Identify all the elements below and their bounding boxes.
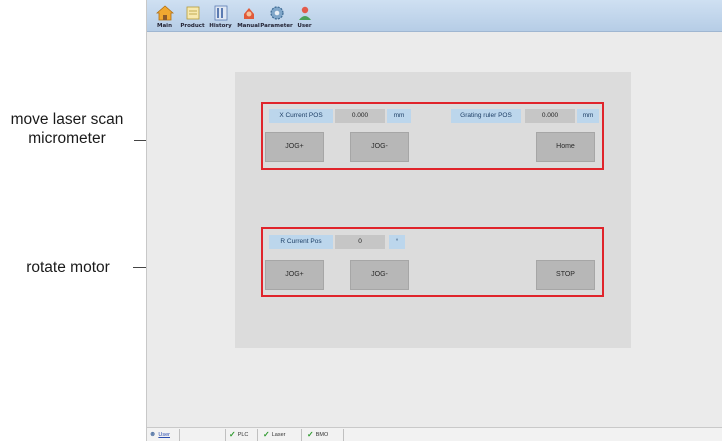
check-icon: ✓	[307, 430, 314, 439]
app-window: Main Product History Manual Parameter Us…	[146, 0, 722, 441]
stop-button[interactable]: STOP	[536, 260, 595, 290]
gear-icon	[269, 6, 284, 20]
manual-icon	[243, 8, 254, 19]
r-current-pos-unit: °	[389, 235, 405, 249]
status-plc-label: PLC	[237, 432, 249, 438]
toolbar-manual-button[interactable]: Manual	[235, 0, 262, 31]
status-plc: ✓ PLC	[229, 429, 248, 441]
main-toolbar: Main Product History Manual Parameter Us…	[147, 0, 722, 32]
home-button[interactable]: Home	[536, 132, 595, 162]
r-current-pos-value: 0	[335, 235, 385, 249]
product-icon	[186, 6, 199, 20]
rotate-motor-group: R Current Pos 0 ° JOG+ JOG- STOP	[261, 227, 604, 297]
laser-scan-group: X Current POS 0.000 mm Grating ruler POS…	[261, 102, 604, 170]
history-icon	[214, 5, 227, 21]
toolbar-main-label: Main	[157, 23, 172, 29]
r-current-pos-label: R Current Pos	[269, 235, 333, 249]
toolbar-history-button[interactable]: History	[207, 0, 234, 31]
toolbar-product-label: Product	[180, 23, 205, 29]
status-divider	[257, 429, 258, 441]
motor-jog-plus-button[interactable]: JOG+	[265, 260, 324, 290]
annotation-laser: move laser scan micrometer	[0, 110, 134, 148]
motor-jog-minus-button[interactable]: JOG-	[350, 260, 409, 290]
status-divider	[343, 429, 344, 441]
check-icon: ✓	[229, 430, 236, 439]
status-laser: ✓ Laser	[263, 429, 285, 441]
toolbar-parameter-button[interactable]: Parameter	[260, 0, 293, 31]
x-current-pos-value: 0.000	[335, 109, 385, 123]
status-divider	[179, 429, 180, 441]
toolbar-main-button[interactable]: Main	[151, 0, 178, 31]
status-divider	[225, 429, 226, 441]
status-divider	[301, 429, 302, 441]
laser-jog-plus-button[interactable]: JOG+	[265, 132, 324, 162]
grating-ruler-pos-value: 0.000	[525, 109, 575, 123]
annotation-motor: rotate motor	[26, 259, 110, 276]
x-current-pos-unit: mm	[387, 109, 411, 123]
home-icon	[155, 5, 174, 21]
status-user[interactable]: ☻ User	[149, 429, 170, 441]
status-bmo-label: BMO	[315, 432, 329, 438]
x-current-pos-label: X Current POS	[269, 109, 333, 123]
status-bar: ☻ User ✓ PLC ✓ Laser ✓ BMO	[147, 427, 722, 441]
toolbar-product-button[interactable]: Product	[179, 0, 206, 31]
user-icon: ☻	[149, 431, 157, 438]
status-user-link[interactable]: User	[158, 429, 170, 441]
toolbar-parameter-label: Parameter	[260, 23, 293, 29]
toolbar-history-label: History	[209, 23, 232, 29]
status-bmo: ✓ BMO	[307, 429, 328, 441]
toolbar-manual-label: Manual	[237, 23, 260, 29]
annotation-laser-line1: move laser scan	[10, 111, 124, 128]
annotation-laser-line2: micrometer	[28, 130, 106, 147]
laser-jog-minus-button[interactable]: JOG-	[350, 132, 409, 162]
grating-ruler-pos-unit: mm	[577, 109, 599, 123]
toolbar-user-label: User	[297, 23, 312, 29]
toolbar-user-button[interactable]: User	[291, 0, 318, 31]
screenshot-root: move laser scan micrometer rotate motor …	[0, 0, 722, 441]
user-icon	[298, 6, 311, 20]
grating-ruler-pos-label: Grating ruler POS	[451, 109, 521, 123]
status-laser-label: Laser	[271, 432, 286, 438]
check-icon: ✓	[263, 430, 270, 439]
